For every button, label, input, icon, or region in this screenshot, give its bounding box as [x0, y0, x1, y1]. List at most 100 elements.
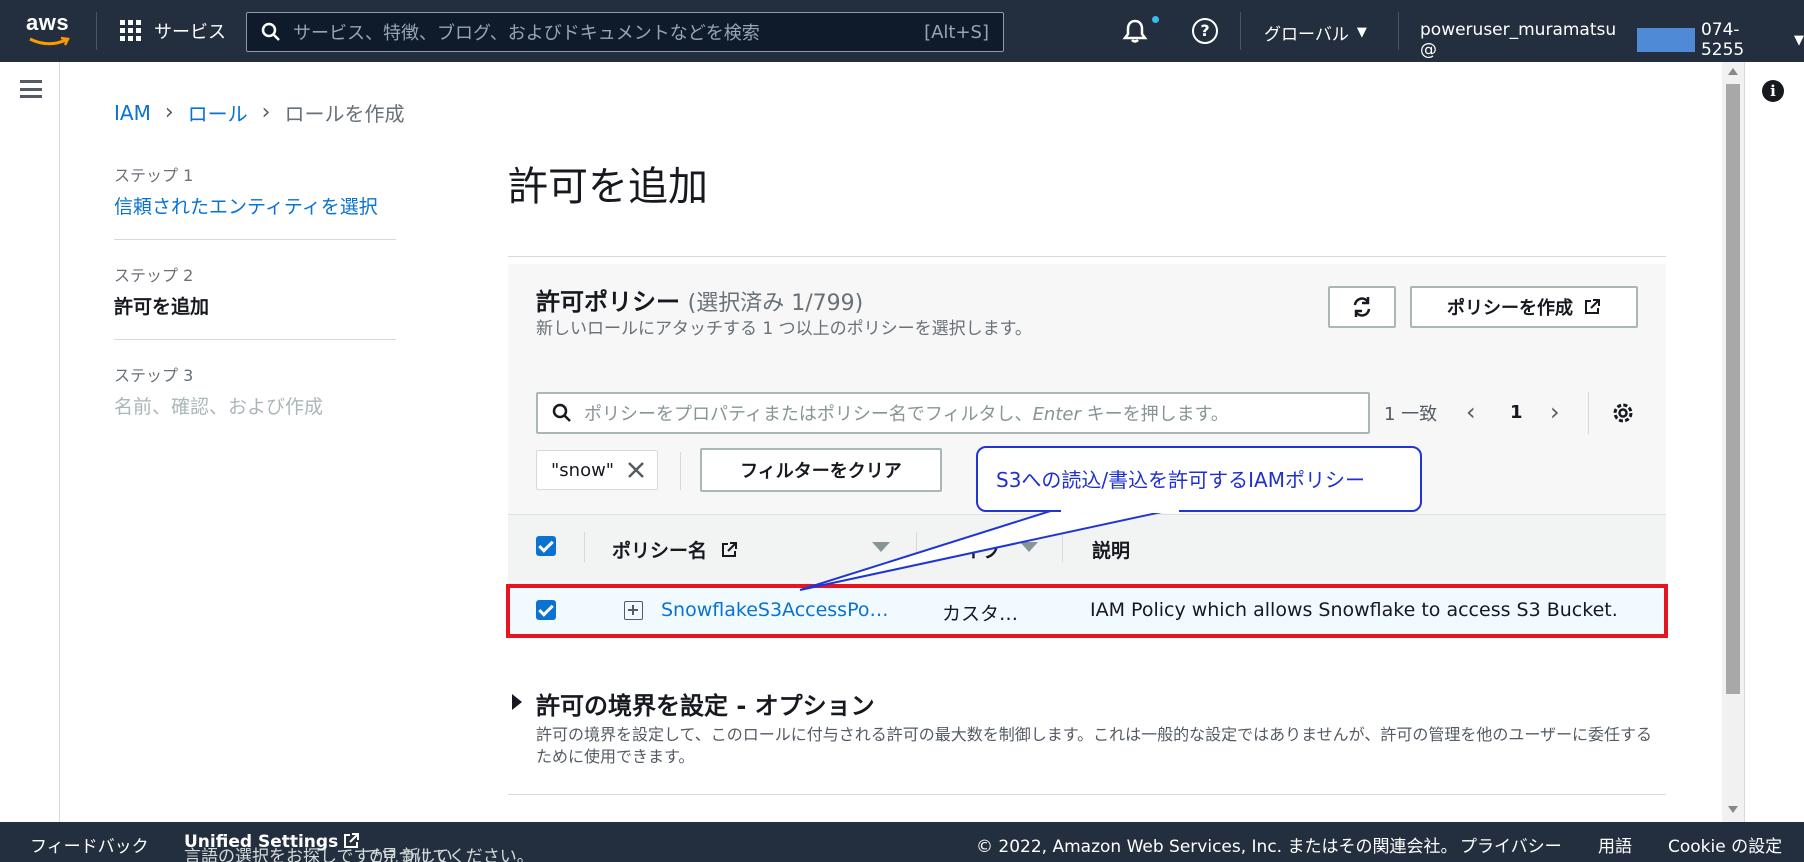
- privacy-link[interactable]: プライバシー: [1460, 832, 1562, 857]
- policies-description: 新しいロールにアタッチする 1 つ以上のポリシーを選択します。: [536, 319, 1032, 339]
- policies-heading: 許可ポリシー: [536, 288, 680, 316]
- breadcrumb-iam-link[interactable]: IAM: [114, 101, 151, 125]
- step-2-current: 許可を追加: [114, 296, 210, 318]
- create-policy-button[interactable]: ポリシーを作成: [1410, 286, 1638, 328]
- aws-logo-text: aws: [26, 10, 70, 35]
- page-number[interactable]: 1: [1510, 402, 1523, 423]
- scroll-up-arrow-icon[interactable]: [1728, 68, 1738, 75]
- filter-placeholder-text: ポリシーをプロパティまたはポリシー名でフィルタし、: [584, 404, 1033, 425]
- chevron-right-icon: ›: [261, 100, 271, 125]
- column-header-policy-name[interactable]: ポリシー名: [612, 536, 738, 563]
- copyright: © 2022, Amazon Web Services, Inc. またはその関…: [976, 837, 1458, 857]
- region-label: グローバル: [1264, 25, 1349, 45]
- top-navigation: aws サービス サービス、特徴、ブログ、およびドキュメントなどを検索 [Alt…: [0, 0, 1804, 62]
- select-all-checkbox[interactable]: [536, 536, 556, 556]
- nav-divider: [1240, 12, 1241, 50]
- filter-token-label: "snow": [551, 459, 615, 481]
- callout-joint: [1061, 509, 1179, 513]
- grid-icon: [120, 20, 142, 42]
- step-number: ステップ 2: [114, 266, 194, 285]
- feedback-link[interactable]: フィードバック: [30, 832, 149, 857]
- account-name: poweruser_muramatsu @: [1420, 20, 1617, 60]
- refresh-button[interactable]: [1328, 286, 1396, 328]
- step-3-disabled: 名前、確認、および作成: [114, 396, 324, 418]
- terms-link[interactable]: 用語: [1598, 832, 1632, 857]
- caret-down-icon: ▼: [1794, 32, 1804, 48]
- search-shortcut-hint: [Alt+S]: [924, 21, 989, 43]
- divider: [508, 256, 1666, 257]
- search-icon: [261, 22, 280, 41]
- divider: [680, 452, 681, 490]
- sort-down-icon[interactable]: [1020, 542, 1038, 552]
- gear-icon[interactable]: [1610, 400, 1636, 426]
- global-search-input[interactable]: サービス、特徴、ブログ、およびドキュメントなどを検索 [Alt+S]: [246, 12, 1004, 52]
- annotation-callout: S3への読込/書込を許可するIAMポリシー: [976, 446, 1422, 512]
- wizard-step-2: ステップ 2 許可を追加: [114, 262, 396, 340]
- chevron-right-icon[interactable]: ›: [1550, 398, 1560, 426]
- account-menu[interactable]: poweruser_muramatsu @ 074-5255 ▼: [1420, 20, 1804, 60]
- scroll-down-arrow-icon[interactable]: [1728, 806, 1738, 813]
- selected-count: (選択済み 1/799): [687, 291, 864, 316]
- step-number: ステップ 1: [114, 166, 194, 185]
- close-icon[interactable]: [627, 461, 645, 479]
- aws-smile-icon: [29, 36, 70, 46]
- column-header-description[interactable]: 説明: [1092, 536, 1130, 563]
- step-number: ステップ 3: [114, 366, 194, 385]
- services-label: サービス: [154, 22, 226, 43]
- nav-divider: [96, 12, 97, 50]
- search-placeholder: サービス、特徴、ブログ、およびドキュメントなどを検索: [293, 23, 760, 44]
- caret-down-icon: ▼: [1356, 25, 1367, 40]
- language-hint-suffix: で見つけてください。: [364, 847, 534, 862]
- match-count: 1 一致: [1384, 404, 1438, 425]
- sort-down-icon[interactable]: [872, 542, 890, 552]
- wizard-step-1: ステップ 1 信頼されたエンティティを選択: [114, 162, 396, 240]
- cookie-settings-link[interactable]: Cookie の設定: [1668, 832, 1782, 857]
- menu-icon[interactable]: [20, 80, 42, 98]
- redacted-account-id: [1637, 28, 1695, 52]
- help-icon[interactable]: ?: [1192, 18, 1218, 44]
- breadcrumb-roles-link[interactable]: ロール: [188, 98, 248, 127]
- divider: [1062, 532, 1063, 562]
- nav-divider: [1398, 12, 1399, 50]
- divider: [584, 532, 585, 562]
- create-policy-label: ポリシーを作成: [1447, 298, 1573, 319]
- column-name-label: ポリシー名: [612, 540, 708, 562]
- external-link-icon: [1585, 299, 1600, 314]
- divider: [1588, 392, 1589, 434]
- divider: [508, 794, 1666, 795]
- permissions-boundary-description: 許可の境界を設定して、このロールに付与される許可の最大数を制御します。これは一般…: [536, 725, 1653, 766]
- breadcrumb-current: ロールを作成: [284, 102, 405, 126]
- clear-filters-button[interactable]: フィルターをクリア: [700, 448, 942, 492]
- column-header-type[interactable]: タイプ: [944, 536, 1001, 563]
- caret-right-icon[interactable]: [512, 694, 522, 710]
- side-navigation-rail: [0, 62, 60, 822]
- refresh-icon: [1353, 297, 1371, 317]
- page-title: 許可を追加: [508, 164, 708, 210]
- wizard-steps: ステップ 1 信頼されたエンティティを選択 ステップ 2 許可を追加 ステップ …: [114, 162, 396, 461]
- account-id-suffix: 074-5255: [1700, 20, 1745, 60]
- services-menu-button[interactable]: サービス: [120, 17, 226, 45]
- permissions-boundary-toggle[interactable]: 許可の境界を設定 - オプション: [536, 686, 875, 721]
- region-selector[interactable]: グローバル ▼: [1264, 20, 1367, 45]
- highlight-frame: [506, 584, 1668, 638]
- filter-placeholder-key: Enter: [1032, 404, 1081, 425]
- info-icon[interactable]: i: [1762, 80, 1784, 102]
- chevron-left-icon[interactable]: ‹: [1466, 398, 1476, 426]
- policies-header: 許可ポリシー (選択済み 1/799): [536, 282, 863, 317]
- aws-logo[interactable]: aws: [26, 10, 74, 50]
- policy-filter-input[interactable]: ポリシーをプロパティまたはポリシー名でフィルタし、Enter キーを押します。: [536, 392, 1370, 434]
- filter-placeholder: ポリシーをプロパティまたはポリシー名でフィルタし、Enter キーを押します。: [584, 400, 1229, 426]
- step-1-link[interactable]: 信頼されたエンティティを選択: [114, 192, 396, 219]
- filter-token: "snow": [536, 450, 658, 490]
- filter-placeholder-text-end: キーを押します。: [1080, 404, 1229, 425]
- bell-icon[interactable]: [1122, 18, 1148, 44]
- breadcrumb: IAM › ロール › ロールを作成: [114, 98, 404, 127]
- search-icon: [552, 403, 571, 422]
- language-hint: 言語の選択をお探しですか? 新しい Unified Settings で見つけて…: [184, 832, 534, 862]
- footer: フィードバック 言語の選択をお探しですか? 新しい Unified Settin…: [0, 822, 1804, 862]
- divider: [916, 532, 917, 562]
- external-link-icon: [721, 542, 737, 557]
- notification-dot: [1152, 16, 1159, 23]
- wizard-step-3: ステップ 3 名前、確認、および作成: [114, 362, 396, 439]
- scrollbar-thumb[interactable]: [1726, 84, 1740, 694]
